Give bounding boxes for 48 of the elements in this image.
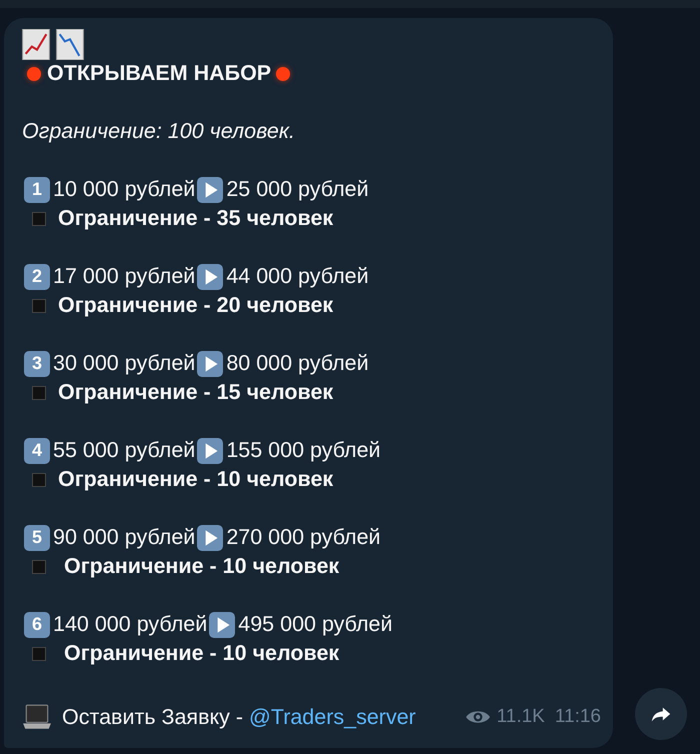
- share-button[interactable]: [635, 688, 687, 740]
- play-icon: [197, 524, 224, 550]
- square-icon: [32, 646, 46, 660]
- price-from: 30 000 рублей: [53, 351, 196, 376]
- price-from: 90 000 рублей: [53, 525, 196, 550]
- view-count: 11.1K: [496, 706, 545, 728]
- circle-icon: [276, 66, 290, 80]
- price-to: 80 000 рублей: [226, 351, 369, 376]
- headline: ОТКРЫВАЕМ НАБОР: [47, 61, 272, 86]
- number-keycap: 3: [24, 350, 50, 376]
- price-from: 10 000 рублей: [53, 177, 196, 202]
- username-link[interactable]: @Traders_server: [249, 704, 416, 730]
- footer-text: Оставить Заявку -: [62, 704, 244, 730]
- square-icon: [32, 386, 46, 400]
- number-keycap: 6: [24, 612, 50, 638]
- play-icon: [197, 350, 224, 376]
- play-icon: [209, 612, 236, 638]
- limit-text: Ограничение - 15 человек: [58, 380, 334, 405]
- price-to: 495 000 рублей: [238, 612, 393, 637]
- limit-text: Ограничение - 10 человек: [64, 554, 340, 579]
- play-icon: [197, 264, 224, 290]
- square-icon: [32, 560, 46, 574]
- number-keycap: 2: [24, 264, 50, 290]
- price-to: 155 000 рублей: [226, 438, 381, 463]
- square-icon: [32, 472, 46, 486]
- play-icon: [197, 438, 224, 464]
- laptop-icon: [22, 702, 52, 732]
- limit-text: Ограничение - 10 человек: [58, 467, 334, 492]
- price-from: 55 000 рублей: [53, 438, 196, 463]
- number-keycap: 5: [24, 524, 50, 550]
- limit-text: Ограничение - 20 человек: [58, 293, 334, 318]
- chart-up-icon: [22, 29, 50, 60]
- price-to: 270 000 рублей: [226, 525, 381, 550]
- subtitle: Ограничение: 100 человек.: [22, 119, 295, 144]
- limit-text: Ограничение - 35 человек: [58, 206, 334, 231]
- price-from: 140 000 рублей: [53, 612, 208, 637]
- square-icon: [32, 212, 46, 226]
- chart-down-icon: [56, 29, 84, 60]
- circle-icon: [27, 66, 41, 80]
- price-to: 44 000 рублей: [226, 264, 369, 289]
- price-to: 25 000 рублей: [226, 177, 369, 202]
- number-keycap: 1: [24, 176, 50, 202]
- number-keycap: 4: [24, 438, 50, 464]
- limit-text: Ограничение - 10 человек: [64, 641, 340, 666]
- square-icon: [32, 298, 46, 312]
- price-from: 17 000 рублей: [53, 264, 196, 289]
- message-time: 11:16: [554, 706, 601, 728]
- play-icon: [197, 176, 224, 202]
